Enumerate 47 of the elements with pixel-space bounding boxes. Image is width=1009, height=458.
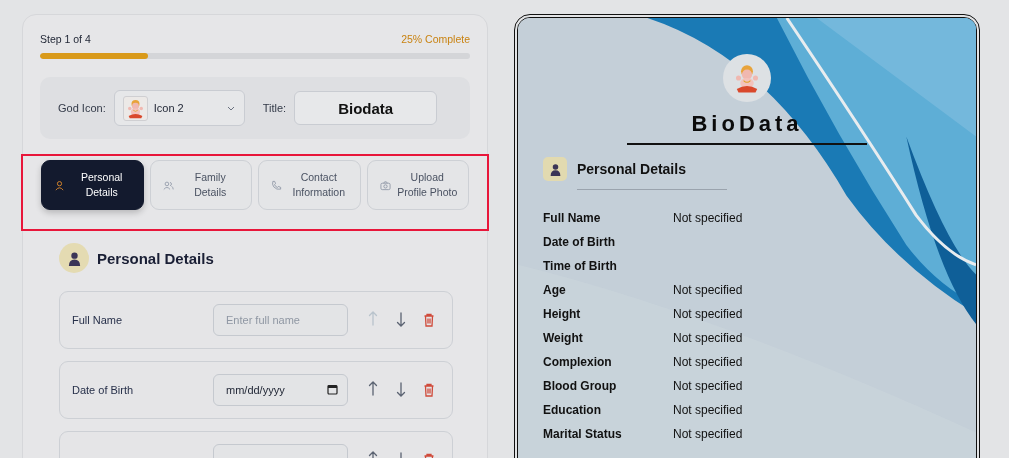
detail-label: Full Name	[543, 211, 602, 225]
percent-label: 25% Complete	[401, 33, 470, 45]
god-icon-label: God Icon:	[58, 102, 106, 114]
tab[interactable]: Upload Profile Photo	[366, 160, 469, 210]
phone-icon	[271, 179, 282, 191]
detail-label: Weight	[543, 331, 584, 345]
detail-value: Not specified	[673, 355, 743, 369]
date-field[interactable]: mm/dd/yyyy	[213, 374, 348, 406]
title-field[interactable]: Biodata	[294, 91, 438, 125]
god-icon-select[interactable]: Icon 2	[113, 90, 245, 126]
preview-title: BioData	[691, 111, 803, 137]
detail-label: Date of Birth	[543, 235, 616, 249]
down-arrow-icon[interactable]	[394, 381, 408, 399]
detail-value: Not specified	[673, 427, 743, 441]
detail-value: Not specified	[673, 211, 743, 225]
person-icon	[548, 162, 562, 176]
detail-value: Not specified	[673, 307, 743, 321]
detail-label: Education	[543, 403, 602, 417]
trash-icon[interactable]	[422, 311, 436, 329]
field-label: Date of Birth	[72, 384, 135, 396]
detail-label: Complexion	[543, 355, 613, 369]
section-title: Personal Details	[97, 249, 214, 267]
calendar-icon[interactable]	[327, 384, 338, 395]
people-icon	[162, 179, 174, 191]
person-icon	[66, 250, 82, 266]
title-label: Title:	[262, 102, 287, 114]
detail-label: Height	[543, 307, 582, 321]
detail-label: Marital Status	[543, 427, 623, 441]
detail-label: Age	[543, 283, 567, 297]
detail-value: Not specified	[673, 379, 743, 393]
step-label: Step 1 of 4	[40, 33, 91, 45]
trash-icon[interactable]	[422, 381, 436, 399]
tab[interactable]: Family Details	[149, 160, 252, 210]
detail-label: Time of Birth	[543, 259, 618, 273]
detail-value: Not specified	[673, 403, 743, 417]
tab[interactable]: Contact Information	[258, 160, 361, 210]
preview-section-title: Personal Details	[577, 161, 686, 177]
down-arrow-icon[interactable]	[394, 311, 408, 329]
detail-value: Not specified	[673, 331, 743, 345]
input-field[interactable]: Enter full name	[213, 304, 348, 336]
person-icon	[54, 179, 65, 191]
camera-icon	[379, 179, 391, 191]
up-arrow-icon[interactable]	[366, 379, 380, 397]
detail-label: Blood Group	[543, 379, 618, 393]
field-label: Full Name	[72, 314, 124, 326]
detail-value: Not specified	[673, 283, 743, 297]
tab[interactable]: Personal Details	[41, 160, 144, 210]
